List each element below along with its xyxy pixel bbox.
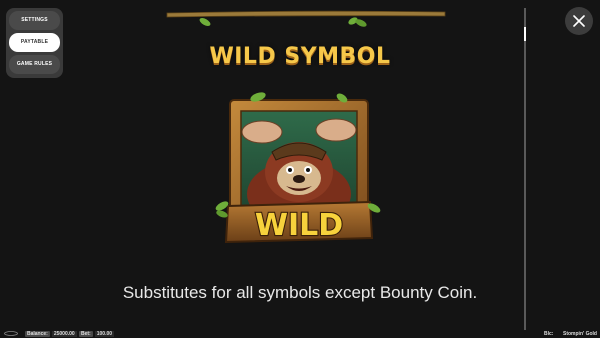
close-icon <box>573 15 585 27</box>
scrollbar-thumb[interactable] <box>524 27 526 41</box>
game-logo-icon <box>4 331 18 336</box>
balance-value: 25000.00 <box>51 331 77 337</box>
bet-field: Bet: 100.00 <box>79 331 115 337</box>
bet-value: 100.00 <box>94 331 115 337</box>
balance-label: Balance: <box>25 331 50 337</box>
status-bar: Balance: 25000.00 Bet: 100.00 Blc: Stompin… <box>0 329 600 338</box>
page-title: WILD SYMBOL <box>209 44 391 69</box>
status-right-text-1: Blc: <box>544 331 554 337</box>
close-button[interactable] <box>565 7 593 35</box>
scrollbar-track[interactable] <box>524 8 526 330</box>
settings-button[interactable]: SETTINGS <box>9 11 60 30</box>
status-right-text-2: Stompin' Gold <box>563 331 597 337</box>
symbol-description: Substitutes for all symbols except Bount… <box>122 283 478 302</box>
wild-symbol-image: WILD <box>215 92 381 244</box>
branch-decoration <box>166 10 446 27</box>
balance-field: Balance: 25000.00 <box>25 331 77 337</box>
wild-symbol-label: WILD <box>255 208 343 243</box>
bet-label: Bet: <box>79 331 93 337</box>
